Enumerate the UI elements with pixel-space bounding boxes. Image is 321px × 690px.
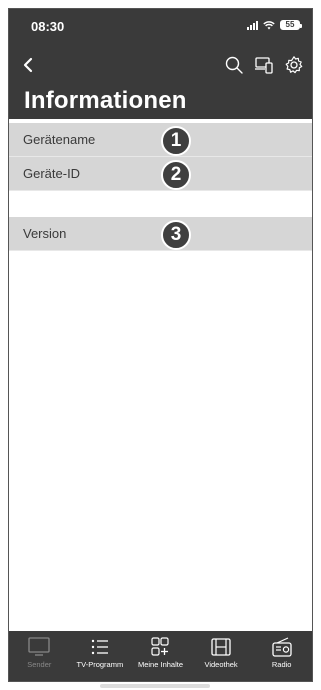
- radio-icon: [272, 637, 292, 657]
- section-gap: [9, 191, 312, 217]
- grid-plus-icon: [151, 637, 170, 656]
- tab-tv-programm[interactable]: TV-Programm: [70, 637, 130, 669]
- gear-icon[interactable]: [284, 55, 304, 75]
- status-time: 08:30: [31, 19, 65, 34]
- callout-badge: 2: [161, 160, 191, 190]
- tab-videothek[interactable]: Videothek: [191, 637, 251, 669]
- tab-meine-inhalte[interactable]: Meine Inhalte: [130, 637, 190, 669]
- tab-label: Videothek: [204, 660, 238, 669]
- callout-badge: 1: [161, 126, 191, 156]
- header: 08:30 55 Informationen: [9, 9, 312, 119]
- search-icon[interactable]: [224, 55, 244, 75]
- devices-icon[interactable]: [254, 55, 274, 75]
- callout-badge: 3: [161, 220, 191, 250]
- app-frame: 08:30 55 Informationen Gerätename 1 Gerä…: [8, 8, 313, 682]
- row-label: Version: [23, 226, 67, 241]
- tab-label: TV-Programm: [76, 660, 124, 669]
- back-chevron-icon[interactable]: [19, 55, 39, 75]
- nav-actions: [224, 55, 304, 75]
- row-label: Gerätename: [23, 132, 96, 147]
- signal-icon: [247, 20, 258, 30]
- tv-icon: [28, 637, 50, 656]
- home-indicator: [100, 684, 210, 688]
- row-device-id[interactable]: Geräte-ID 2: [9, 157, 312, 191]
- row-device-name[interactable]: Gerätename 1: [9, 123, 312, 157]
- list-icon: [91, 639, 108, 655]
- tab-label: Meine Inhalte: [137, 660, 183, 669]
- row-version[interactable]: Version 3: [9, 217, 312, 251]
- tab-bar: Sender TV-Programm Meine Inhalte Videoth…: [9, 631, 312, 681]
- tab-label: Sender: [27, 660, 52, 669]
- tab-label: Radio: [271, 660, 292, 669]
- page-title: Informationen: [24, 87, 187, 114]
- tab-sender[interactable]: Sender: [9, 637, 69, 669]
- battery-indicator: 55: [280, 20, 302, 30]
- tab-radio[interactable]: Radio: [252, 637, 312, 669]
- info-list: Gerätename 1 Geräte-ID 2 Version 3: [9, 123, 312, 251]
- film-icon: [211, 638, 231, 656]
- row-label: Geräte-ID: [23, 166, 81, 181]
- wifi-icon: [263, 20, 275, 29]
- status-icons: 55: [247, 20, 302, 30]
